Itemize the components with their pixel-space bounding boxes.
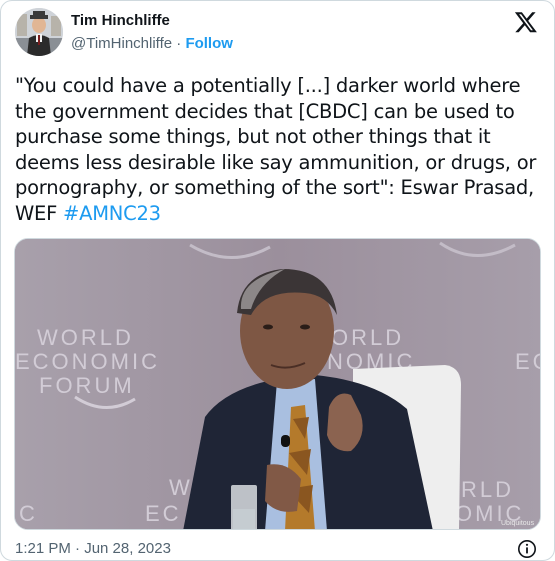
eye — [263, 324, 273, 330]
author-block: Tim Hinchliffe @TimHinchliffe · Follow — [71, 12, 233, 52]
tweet-media[interactable]: WORLD ECONOMIC FORUM ORLD NOMIC EC W EC … — [14, 238, 541, 530]
author-name[interactable]: Tim Hinchliffe — [71, 12, 233, 29]
water — [233, 509, 255, 529]
info-icon[interactable] — [517, 539, 537, 559]
wef-logo-partial: RLD — [461, 477, 514, 502]
author-handle[interactable]: @TimHinchliffe — [71, 35, 172, 52]
wef-logo-line: FORUM — [39, 373, 135, 398]
wef-logo-partial: C — [19, 501, 38, 526]
eye — [300, 324, 310, 330]
wef-logo-partial: EC — [145, 501, 182, 526]
tweet-text: "You could have a potentially [...] dark… — [15, 73, 543, 226]
handle-separator: · — [176, 35, 182, 52]
follow-button[interactable]: Follow — [185, 35, 233, 52]
hashtag-link[interactable]: #AMNC23 — [63, 202, 161, 225]
wef-logo-partial: W — [169, 475, 193, 500]
tweet-timestamp[interactable]: 1:21 PM · Jun 28, 2023 — [15, 540, 171, 557]
avatar-image — [15, 8, 63, 56]
wef-logo-line: WORLD — [37, 325, 134, 350]
wef-logo-partial: ORLD — [331, 325, 404, 350]
video-frame: WORLD ECONOMIC FORUM ORLD NOMIC EC W EC … — [15, 239, 541, 529]
wef-logo-line: ECONOMIC — [15, 349, 160, 374]
x-logo-icon[interactable] — [514, 10, 538, 34]
lapel-mic — [281, 435, 290, 447]
avatar[interactable] — [15, 8, 63, 56]
tweet-card: Tim Hinchliffe @TimHinchliffe · Follow "… — [0, 0, 555, 561]
handle-row: @TimHinchliffe · Follow — [71, 35, 233, 52]
wef-logo-partial: EC — [515, 349, 541, 374]
video-watermark: Ubiquitous — [501, 520, 535, 527]
